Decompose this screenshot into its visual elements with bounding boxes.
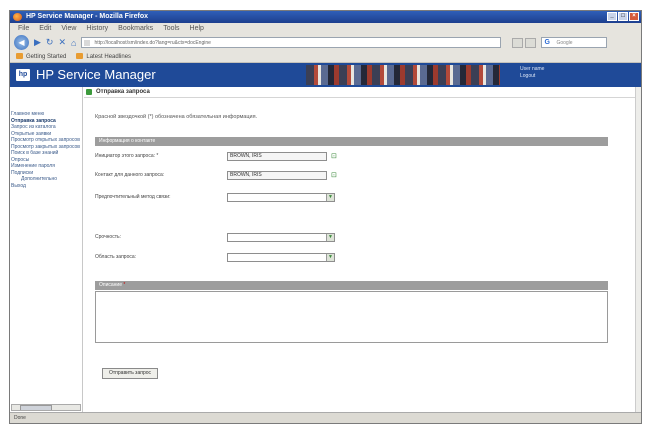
menu-view[interactable]: View (61, 23, 76, 34)
urgency-label: Срочность: (95, 234, 121, 240)
bookmark-getting-started[interactable]: Getting Started (16, 51, 66, 62)
menu-bookmarks[interactable]: Bookmarks (118, 23, 153, 34)
main-panel: Отправка запроса Красной звездочкой (*) … (84, 87, 641, 414)
go-button[interactable] (512, 37, 524, 48)
requester-field[interactable]: BROWN, IRIS (227, 152, 327, 161)
request-area-row: Область запроса: ▼ (95, 253, 608, 263)
lookup-icon[interactable]: ⊡ (331, 171, 339, 180)
window-titlebar: HP Service Manager - Mozilla Firefox _ □… (10, 11, 641, 23)
url-buttons (512, 37, 537, 48)
required-notice: Красной звездочкой (*) обозначена обязат… (95, 114, 258, 120)
status-bar: Done (10, 412, 641, 423)
lookup-icon[interactable]: ⊡ (331, 152, 339, 161)
page-icon (86, 89, 92, 95)
menu-history[interactable]: History (86, 23, 108, 34)
page-content: hp HP Service Manager User name Logout Г… (10, 63, 641, 414)
url-input[interactable]: http://localhost/sm/index.do?lang=ru&ctx… (81, 37, 502, 48)
menu-help[interactable]: Help (190, 23, 204, 34)
page-title: Отправка запроса (96, 89, 150, 95)
contact-method-row: Предпочтительный метод связи: ▼ (95, 193, 608, 203)
description-section-title: Описание (99, 282, 123, 288)
menu-edit[interactable]: Edit (39, 23, 51, 34)
app-header: hp HP Service Manager User name Logout (10, 63, 641, 87)
required-mark: * (123, 282, 126, 288)
hp-logo: hp (16, 69, 30, 81)
contact-method-select[interactable]: ▼ (227, 193, 335, 202)
contact-row: Контакт для данного запроса: BROWN, IRIS… (95, 171, 608, 181)
user-name: User name (520, 66, 545, 72)
navigation-toolbar: ◀ ▶ ↻ ✕ ⌂ http://localhost/sm/index.do?l… (10, 34, 641, 51)
window-controls: _ □ × (607, 12, 639, 21)
contact-label: Контакт для данного запроса: (95, 172, 165, 178)
home-icon[interactable]: ⌂ (71, 38, 76, 48)
sidebar-horizontal-scrollbar[interactable] (11, 404, 81, 411)
description-section-header: Описание * (95, 281, 608, 290)
browser-window: HP Service Manager - Mozilla Firefox _ □… (9, 10, 642, 424)
firefox-icon (13, 13, 22, 21)
dropdown-button[interactable] (525, 37, 537, 48)
chevron-down-icon: ▼ (326, 194, 334, 201)
sidebar-item[interactable]: Выход (11, 183, 80, 190)
page-header: Отправка запроса (84, 87, 641, 98)
stop-icon[interactable]: ✕ (58, 37, 66, 48)
chevron-down-icon: ▼ (326, 234, 334, 241)
status-text: Done (14, 415, 26, 421)
urgency-select[interactable]: ▼ (227, 233, 335, 242)
menu-tools[interactable]: Tools (163, 23, 179, 34)
logout-link[interactable]: Logout (520, 73, 544, 80)
user-info: User name Logout (520, 66, 544, 80)
bookmark-latest-headlines[interactable]: Latest Headlines (76, 51, 131, 62)
menu-bar: File Edit View History Bookmarks Tools H… (10, 23, 641, 34)
submit-request-button[interactable]: Отправить запрос (102, 368, 159, 379)
menu-file[interactable]: File (18, 23, 29, 34)
contact-section-title: Информация о контакте (99, 138, 156, 144)
window-title: HP Service Manager - Mozilla Firefox (26, 13, 149, 20)
app-title: HP Service Manager (36, 67, 156, 82)
maximize-button[interactable]: □ (618, 12, 628, 21)
minimize-button[interactable]: _ (607, 12, 617, 21)
chevron-down-icon: ▼ (326, 254, 334, 261)
sidebar-item[interactable]: Просмотр открытых запросов (11, 137, 80, 144)
contact-field[interactable]: BROWN, IRIS (227, 171, 327, 180)
bookmarks-toolbar: Getting Started Latest Headlines (10, 51, 641, 63)
sidebar-nav: Главное меню Отправка запроса Запрос из … (10, 87, 83, 414)
contact-method-label: Предпочтительный метод связи: (95, 194, 171, 200)
request-area-label: Область запроса: (95, 254, 137, 260)
search-input[interactable]: Google (541, 37, 608, 48)
reload-icon[interactable]: ↻ (46, 37, 54, 48)
urgency-row: Срочность: ▼ (95, 233, 608, 243)
requester-label: Инициатор этого запроса: * (95, 153, 159, 159)
description-textarea[interactable] (95, 291, 608, 343)
forward-arrow-icon[interactable]: ▶ (34, 37, 41, 48)
requester-row: Инициатор этого запроса: * BROWN, IRIS ⊡ (95, 152, 608, 162)
vertical-scrollbar[interactable] (635, 87, 641, 414)
request-area-select[interactable]: ▼ (227, 253, 335, 262)
header-banner-image (306, 65, 500, 85)
back-arrow-icon[interactable]: ◀ (14, 35, 29, 50)
contact-section-header: Информация о контакте (95, 137, 608, 146)
close-button[interactable]: × (629, 12, 639, 21)
